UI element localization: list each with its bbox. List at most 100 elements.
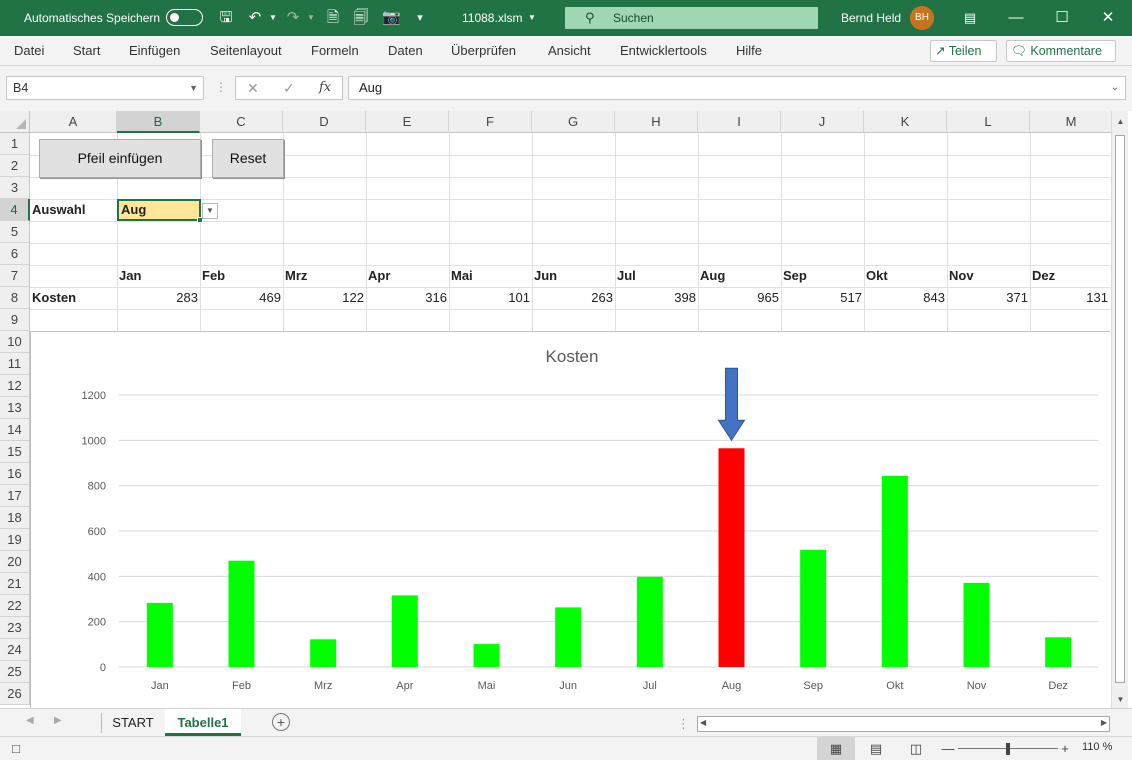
tab-scroll-right-icon[interactable]: ▶: [54, 715, 62, 726]
menu-item-seitenlayout[interactable]: Seitenlayout: [210, 36, 282, 66]
column-header[interactable]: F: [449, 111, 532, 133]
column-header[interactable]: G: [532, 111, 615, 133]
row-header[interactable]: 24: [0, 639, 30, 661]
avatar[interactable]: BH: [910, 6, 934, 30]
column-header[interactable]: B: [117, 111, 200, 133]
undo-dropdown-icon[interactable]: ▼: [264, 9, 282, 27]
chart-area[interactable]: Kosten 0 200 400 600 800 1000 1200 Jan Feb Mrz Apr M…: [30, 331, 1110, 708]
kosten-value-cell[interactable]: 517: [781, 287, 864, 308]
camera-icon[interactable]: 📷: [382, 9, 401, 27]
tab-tabelle1[interactable]: Tabelle1: [165, 709, 241, 736]
new-file-icon[interactable]: 🗎: [324, 9, 342, 27]
vertical-scrollbar[interactable]: ▲ ▼: [1111, 111, 1128, 708]
row-header[interactable]: 10: [0, 331, 30, 353]
formula-expand-icon[interactable]: ⌄: [1111, 77, 1119, 99]
page-break-icon[interactable]: ◫: [904, 740, 928, 758]
menu-item-ansicht[interactable]: Ansicht: [548, 36, 591, 66]
tab-scroll-left-icon[interactable]: ◀: [26, 715, 34, 726]
maximize-icon[interactable]: ☐: [1040, 0, 1084, 36]
column-header[interactable]: A: [30, 111, 117, 133]
month-header-cell[interactable]: Okt: [866, 265, 888, 286]
month-header-cell[interactable]: Jun: [534, 265, 557, 286]
scroll-right-icon[interactable]: ▶: [1101, 718, 1107, 727]
row-header[interactable]: 11: [0, 353, 30, 375]
row-header[interactable]: 2: [0, 155, 30, 177]
column-header[interactable]: E: [366, 111, 449, 133]
menu-item-hilfe[interactable]: Hilfe: [736, 36, 762, 66]
print-preview-icon[interactable]: 🗐: [352, 9, 370, 27]
confirm-icon[interactable]: ✓: [283, 77, 295, 99]
tab-start[interactable]: START: [104, 709, 162, 736]
month-header-cell[interactable]: Apr: [368, 265, 390, 286]
month-header-cell[interactable]: Nov: [949, 265, 974, 286]
month-header-cell[interactable]: Jul: [617, 265, 636, 286]
month-header-cell[interactable]: Feb: [202, 265, 225, 286]
zoom-in-icon[interactable]: +: [1053, 740, 1077, 758]
month-header-cell[interactable]: Dez: [1032, 265, 1055, 286]
validation-dropdown-icon[interactable]: ▼: [202, 203, 218, 219]
comments-button[interactable]: 🗨 Kommentare: [1006, 40, 1116, 62]
minimize-icon[interactable]: —: [994, 0, 1038, 36]
month-header-cell[interactable]: Sep: [783, 265, 807, 286]
row-header[interactable]: 5: [0, 221, 30, 243]
kosten-value-cell[interactable]: 398: [615, 287, 698, 308]
reset-button[interactable]: Reset: [212, 139, 284, 178]
save-icon[interactable]: 🖫: [217, 9, 235, 27]
undo-icon[interactable]: ↶: [246, 9, 264, 27]
name-box-dropdown-icon[interactable]: ▼: [189, 77, 198, 99]
redo-dropdown-icon[interactable]: ▼: [302, 9, 320, 27]
column-header[interactable]: K: [864, 111, 947, 133]
row-header[interactable]: 22: [0, 595, 30, 617]
menu-item-ueberpruefen[interactable]: Überprüfen: [451, 36, 516, 66]
zoom-level[interactable]: 110 %: [1082, 741, 1112, 753]
kosten-value-cell[interactable]: 469: [200, 287, 283, 308]
row-header[interactable]: 14: [0, 419, 30, 441]
column-header[interactable]: D: [283, 111, 366, 133]
row-header[interactable]: 9: [0, 309, 30, 331]
filename-dropdown-icon[interactable]: ▼: [523, 9, 541, 27]
close-icon[interactable]: ✕: [1086, 0, 1130, 36]
row-header[interactable]: 7: [0, 265, 30, 287]
scroll-down-icon[interactable]: ▼: [1115, 695, 1126, 704]
menu-item-formeln[interactable]: Formeln: [311, 36, 359, 66]
customize-toolbar-icon[interactable]: ▾: [411, 9, 429, 27]
row-header[interactable]: 25: [0, 661, 30, 683]
zoom-out-icon[interactable]: —: [936, 740, 960, 758]
insert-arrow-button[interactable]: Pfeil einfügen: [39, 139, 201, 178]
scroll-up-icon[interactable]: ▲: [1115, 117, 1126, 126]
kosten-value-cell[interactable]: 965: [698, 287, 781, 308]
row-header[interactable]: 8: [0, 287, 30, 309]
name-box[interactable]: B4 ▼: [6, 76, 204, 100]
add-sheet-icon[interactable]: +: [272, 713, 290, 731]
month-header-cell[interactable]: Aug: [700, 265, 725, 286]
fx-icon[interactable]: fx: [319, 77, 331, 99]
kosten-value-cell[interactable]: 263: [532, 287, 615, 308]
row-header[interactable]: 18: [0, 507, 30, 529]
kosten-value-cell[interactable]: 283: [117, 287, 200, 308]
formula-input[interactable]: Aug ⌄: [348, 76, 1126, 100]
selected-cell-b4[interactable]: Aug: [117, 199, 201, 221]
row-header[interactable]: 15: [0, 441, 30, 463]
column-header[interactable]: M: [1030, 111, 1113, 133]
kosten-value-cell[interactable]: 843: [864, 287, 947, 308]
menu-item-datei[interactable]: Datei: [14, 36, 44, 66]
column-header[interactable]: C: [200, 111, 283, 133]
row-header[interactable]: 16: [0, 463, 30, 485]
row-header[interactable]: 12: [0, 375, 30, 397]
search-box[interactable]: ⚲ Suchen: [565, 7, 818, 29]
column-header[interactable]: L: [947, 111, 1030, 133]
month-header-cell[interactable]: Mrz: [285, 265, 307, 286]
row-header[interactable]: 20: [0, 551, 30, 573]
vertical-scroll-thumb[interactable]: [1115, 135, 1125, 683]
kosten-value-cell[interactable]: 316: [366, 287, 449, 308]
row-header[interactable]: 17: [0, 485, 30, 507]
normal-view-icon[interactable]: ▦: [824, 740, 848, 758]
menu-item-entwicklertools[interactable]: Entwicklertools: [620, 36, 707, 66]
month-header-cell[interactable]: Jan: [119, 265, 141, 286]
kosten-value-cell[interactable]: 371: [947, 287, 1030, 308]
column-header[interactable]: J: [781, 111, 864, 133]
share-button[interactable]: ↗ Teilen: [930, 40, 997, 62]
row-header[interactable]: 13: [0, 397, 30, 419]
horizontal-scrollbar[interactable]: ◀ ▶: [697, 716, 1110, 732]
row-header[interactable]: 26: [0, 683, 30, 705]
